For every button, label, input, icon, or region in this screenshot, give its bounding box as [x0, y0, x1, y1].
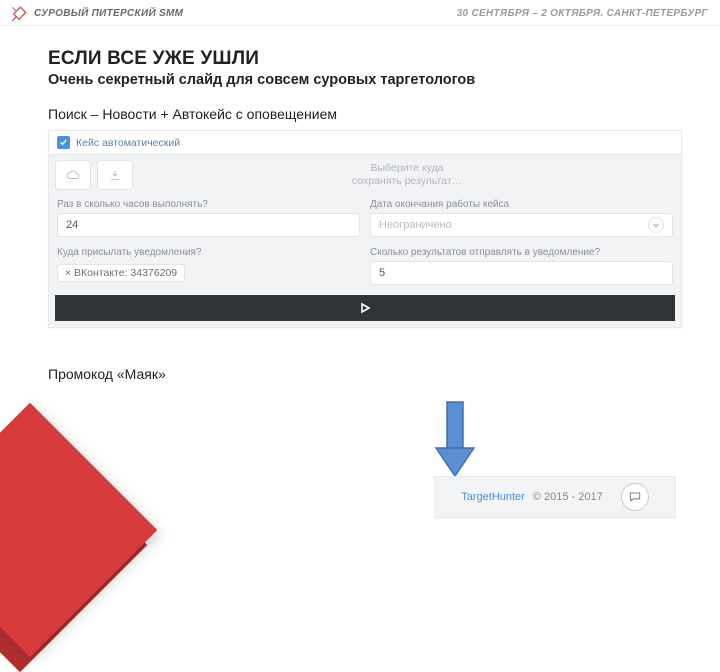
panel-header: Кейс автоматический — [49, 131, 681, 155]
description-line: Поиск – Новости + Автокейс с оповещением — [48, 106, 682, 122]
chat-button[interactable] — [621, 483, 649, 511]
save-hint-text: Выберите куда сохранять результат… — [133, 157, 681, 193]
chevron-down-icon — [648, 217, 664, 233]
cloud-icon — [66, 168, 80, 182]
chat-icon — [628, 490, 642, 504]
results-label: Сколько результатов отправлять в уведомл… — [370, 247, 673, 258]
cloud-save-button[interactable] — [55, 160, 91, 190]
notify-label: Куда присылать уведомления? — [57, 247, 360, 258]
arrow-down-icon — [430, 400, 480, 480]
play-icon — [359, 302, 371, 314]
brand-logo-icon — [10, 5, 28, 23]
brand: СУРОВЫЙ ПИТЕРСКИЙ SMM — [10, 5, 183, 23]
auto-case-checkbox[interactable] — [57, 136, 70, 149]
auto-case-label: Кейс автоматический — [76, 137, 180, 149]
footer-copyright: © 2015 - 2017 — [533, 491, 603, 503]
topbar: СУРОВЫЙ ПИТЕРСКИЙ SMM 30 СЕНТЯБРЯ – 2 ОК… — [0, 0, 720, 26]
autocase-panel: Кейс автоматический Выберите куда сохран… — [48, 130, 682, 328]
interval-label: Раз в сколько часов выполнять? — [57, 199, 360, 210]
enddate-label: Дата окончания работы кейса — [370, 199, 673, 210]
download-button[interactable] — [97, 160, 133, 190]
notify-input[interactable]: × ВКонтакте: 34376209 — [57, 261, 360, 285]
promo-code-text: Промокод «Маяк» — [48, 366, 682, 382]
interval-input[interactable]: 24 — [57, 213, 360, 237]
brand-name: СУРОВЫЙ ПИТЕРСКИЙ SMM — [34, 8, 183, 19]
download-icon — [108, 168, 122, 182]
event-dateline: 30 СЕНТЯБРЯ – 2 ОКТЯБРЯ. САНКТ-ПЕТЕРБУРГ — [457, 8, 708, 19]
results-input[interactable]: 5 — [370, 261, 673, 285]
footer-product: TargetHunter — [461, 491, 525, 503]
run-button[interactable] — [55, 295, 675, 321]
page-title: ЕСЛИ ВСЕ УЖЕ УШЛИ — [48, 48, 682, 70]
notify-chip[interactable]: × ВКонтакте: 34376209 — [57, 264, 185, 282]
page-subtitle: Очень секретный слайд для совсем суровых… — [48, 72, 682, 88]
footer-snippet: TargetHunter © 2015 - 2017 — [434, 476, 676, 518]
enddate-input[interactable]: Неограничено — [370, 213, 673, 237]
save-target-bar: Выберите куда сохранять результат… — [49, 155, 681, 195]
